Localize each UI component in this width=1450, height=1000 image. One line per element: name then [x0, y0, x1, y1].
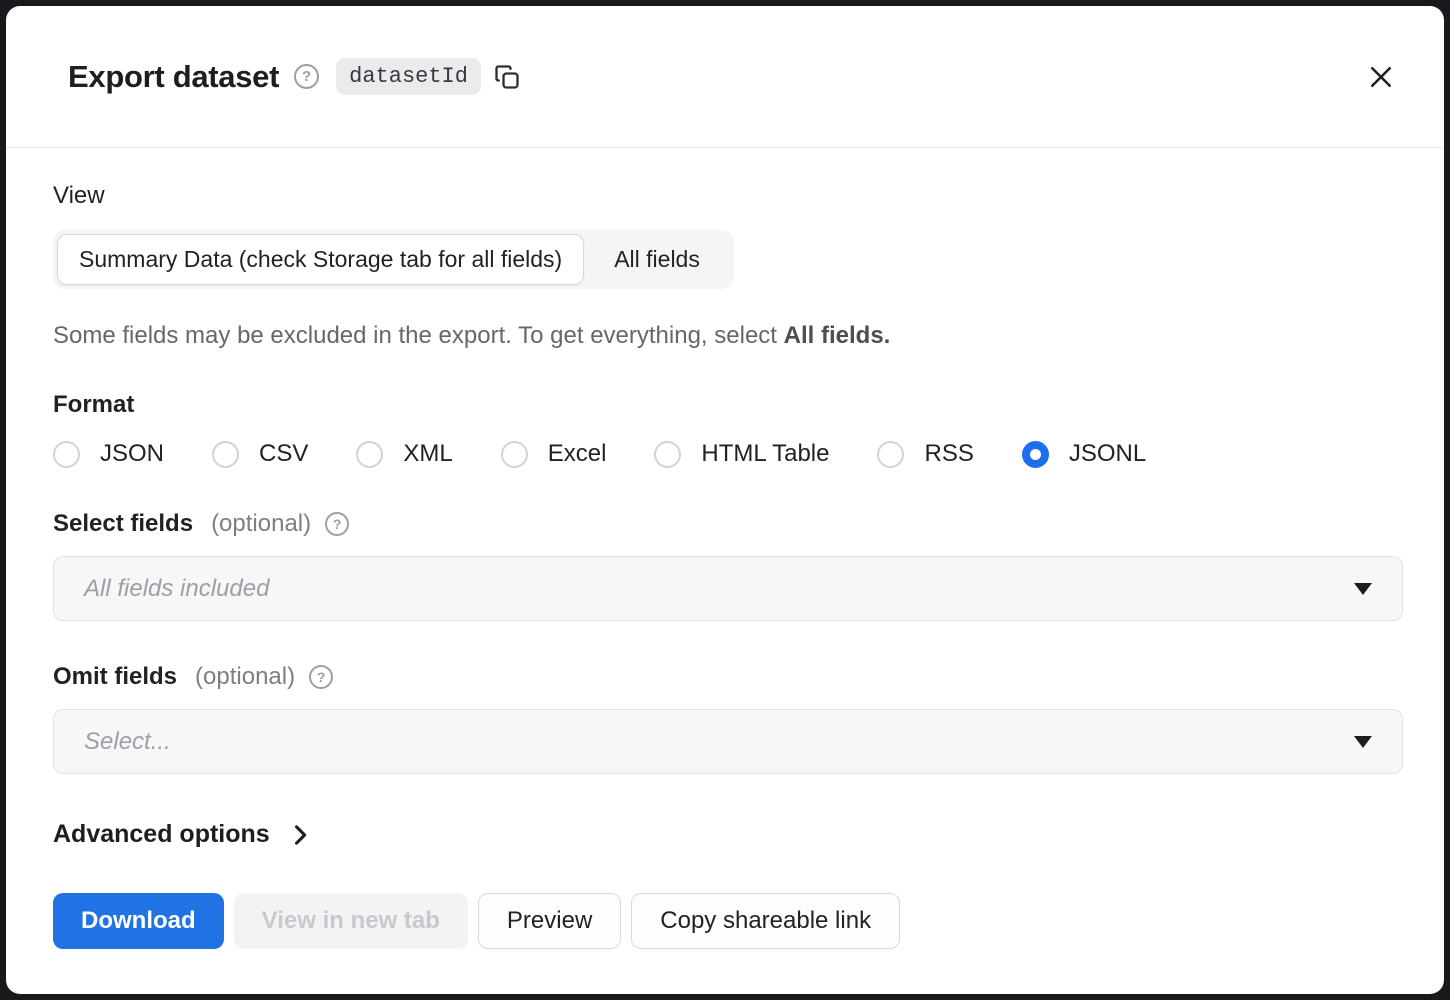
- helper-text-emphasis: All fields.: [784, 322, 891, 349]
- close-button[interactable]: [1366, 62, 1396, 92]
- chevron-right-icon: [286, 821, 314, 849]
- helper-text-main: Some fields may be excluded in the expor…: [53, 322, 784, 349]
- radio-selected-icon: [1022, 441, 1049, 468]
- view-in-new-tab-button[interactable]: View in new tab: [234, 893, 468, 949]
- format-option-label: RSS: [924, 440, 973, 468]
- omit-fields-placeholder: Select...: [84, 728, 171, 756]
- view-option-all-fields[interactable]: All fields: [584, 234, 730, 285]
- export-dataset-modal: Export dataset ? datasetId View Summary …: [6, 6, 1444, 994]
- modal-body: View Summary Data (check Storage tab for…: [6, 148, 1444, 949]
- omit-fields-optional-label: (optional): [195, 663, 295, 691]
- select-fields-dropdown[interactable]: All fields included: [53, 556, 1403, 621]
- format-option-label: JSONL: [1069, 440, 1146, 468]
- format-option-rss[interactable]: RSS: [877, 440, 973, 468]
- radio-icon: [53, 441, 80, 468]
- omit-fields-label: Omit fields: [53, 663, 177, 691]
- view-segmented-control: Summary Data (check Storage tab for all …: [53, 230, 734, 289]
- help-icon[interactable]: ?: [309, 665, 333, 689]
- format-option-excel[interactable]: Excel: [501, 440, 607, 468]
- select-fields-placeholder: All fields included: [84, 575, 269, 603]
- select-fields-section: Select fields (optional) ? All fields in…: [53, 510, 1403, 621]
- help-icon[interactable]: ?: [325, 512, 349, 536]
- actions-row: Download View in new tab Preview Copy sh…: [53, 893, 1403, 949]
- modal-header: Export dataset ? datasetId: [6, 6, 1444, 148]
- help-icon[interactable]: ?: [294, 64, 319, 89]
- chevron-down-icon: [1354, 736, 1372, 748]
- format-section-label: Format: [53, 391, 1403, 419]
- radio-icon: [212, 441, 239, 468]
- dataset-id-badge: datasetId: [336, 58, 481, 95]
- format-radio-group: JSON CSV XML Excel HTML Table RSS JSONL: [53, 440, 1403, 468]
- format-option-csv[interactable]: CSV: [212, 440, 308, 468]
- format-option-label: XML: [403, 440, 452, 468]
- advanced-options-label: Advanced options: [53, 820, 270, 849]
- format-option-jsonl[interactable]: JSONL: [1022, 440, 1146, 468]
- format-option-label: HTML Table: [701, 440, 829, 468]
- format-section: Format JSON CSV XML Excel HTML Table RSS JSONL: [53, 391, 1403, 468]
- radio-icon: [501, 441, 528, 468]
- format-option-xml[interactable]: XML: [356, 440, 452, 468]
- close-icon: [1366, 62, 1396, 92]
- select-fields-optional-label: (optional): [211, 510, 311, 538]
- view-section-label: View: [53, 182, 1403, 210]
- format-option-label: CSV: [259, 440, 308, 468]
- copy-shareable-link-button[interactable]: Copy shareable link: [631, 893, 900, 949]
- omit-fields-label-row: Omit fields (optional) ?: [53, 663, 1403, 691]
- omit-fields-dropdown[interactable]: Select...: [53, 709, 1403, 774]
- preview-button[interactable]: Preview: [478, 893, 621, 949]
- format-option-html-table[interactable]: HTML Table: [654, 440, 829, 468]
- chevron-down-icon: [1354, 583, 1372, 595]
- radio-icon: [877, 441, 904, 468]
- page-title: Export dataset: [68, 59, 279, 95]
- radio-icon: [654, 441, 681, 468]
- format-option-label: Excel: [548, 440, 607, 468]
- view-helper-text: Some fields may be excluded in the expor…: [53, 321, 1403, 351]
- select-fields-label-row: Select fields (optional) ?: [53, 510, 1403, 538]
- select-fields-label: Select fields: [53, 510, 193, 538]
- format-option-label: JSON: [100, 440, 164, 468]
- omit-fields-section: Omit fields (optional) ? Select...: [53, 663, 1403, 774]
- view-option-summary-data-check-storage-tab-for-all-fields[interactable]: Summary Data (check Storage tab for all …: [57, 234, 584, 285]
- advanced-options-toggle[interactable]: Advanced options: [53, 820, 314, 849]
- radio-icon: [356, 441, 383, 468]
- download-button[interactable]: Download: [53, 893, 224, 949]
- copy-icon: [493, 63, 521, 91]
- copy-dataset-id-button[interactable]: [493, 63, 521, 91]
- format-option-json[interactable]: JSON: [53, 440, 164, 468]
